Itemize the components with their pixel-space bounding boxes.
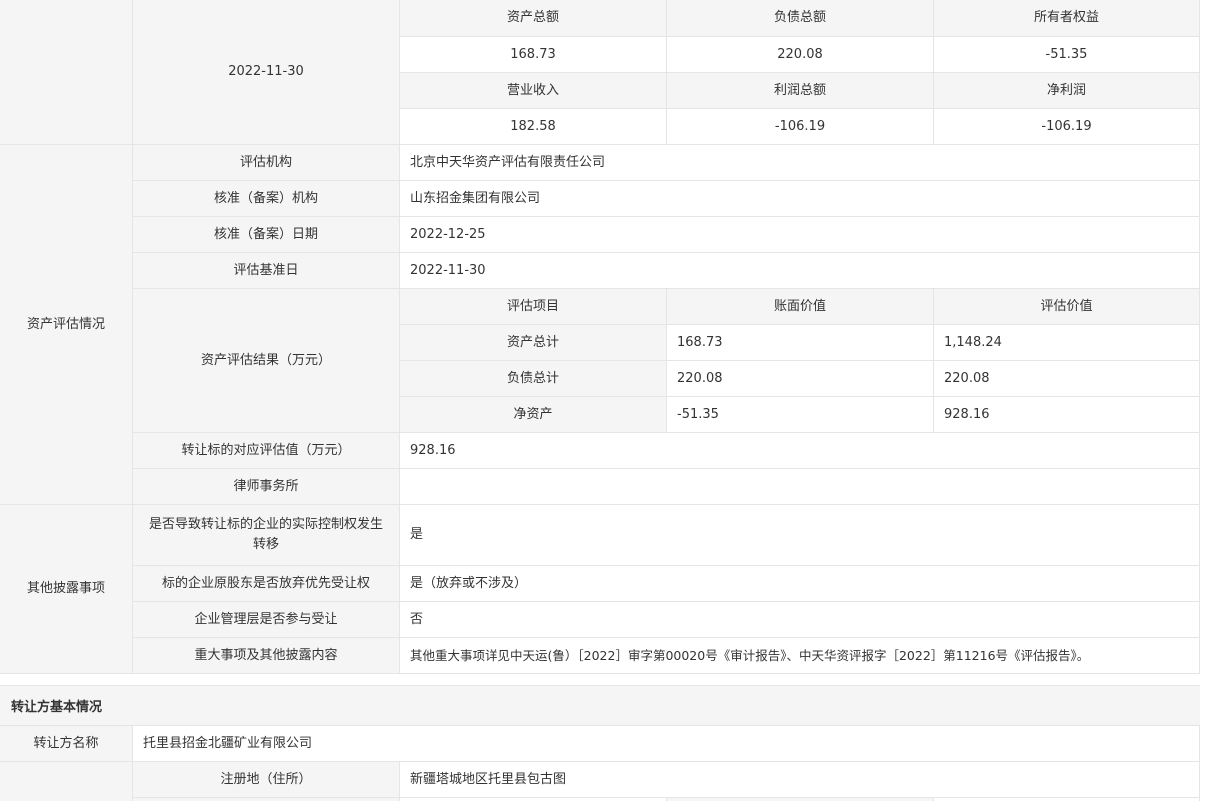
label-control-transfer: 是否导致转让标的企业的实际控制权发生转移 <box>133 505 400 566</box>
label-eval-base-date: 评估基准日 <box>133 253 400 289</box>
label-eval-result: 资产评估结果（万元） <box>133 289 400 433</box>
header-total-profit: 利润总额 <box>667 73 934 109</box>
value-net-profit: -106.19 <box>934 109 1200 145</box>
result-row-label: 净资产 <box>400 397 667 433</box>
label-target-eval-value: 转让标的对应评估值（万元） <box>133 433 400 469</box>
header-total-assets: 资产总额 <box>400 0 667 37</box>
financial-date: 2022-11-30 <box>133 0 400 145</box>
result-header-eval-value: 评估价值 <box>934 289 1200 325</box>
value-registered-address: 新疆塔城地区托里县包古图 <box>400 762 1200 798</box>
result-row-eval: 220.08 <box>934 361 1200 397</box>
outer-section-label-blank <box>0 0 133 145</box>
value-eval-base-date: 2022-11-30 <box>400 253 1200 289</box>
value-transferor-name: 托里县招金北疆矿业有限公司 <box>133 726 1200 762</box>
label-preemptive-right: 标的企业原股东是否放弃优先受让权 <box>133 566 400 602</box>
section-asset-evaluation: 资产评估情况 <box>0 145 133 505</box>
value-revenue: 182.58 <box>400 109 667 145</box>
section-title-transferor: 转让方基本情况 <box>0 685 1200 726</box>
label-management-participation: 企业管理层是否参与受让 <box>133 602 400 638</box>
result-row-eval: 1,148.24 <box>934 325 1200 361</box>
result-row-book: 220.08 <box>667 361 934 397</box>
result-row-label: 资产总计 <box>400 325 667 361</box>
label-approval-agency: 核准（备案）机构 <box>133 181 400 217</box>
header-revenue: 营业收入 <box>400 73 667 109</box>
value-total-assets: 168.73 <box>400 37 667 73</box>
page: 2022-11-30 资产总额 负债总额 所有者权益 168.73 220.08… <box>0 0 1205 801</box>
header-total-liabilities: 负债总额 <box>667 0 934 37</box>
result-row-eval: 928.16 <box>934 397 1200 433</box>
label-major-matters: 重大事项及其他披露内容 <box>133 638 400 674</box>
result-header-item: 评估项目 <box>400 289 667 325</box>
header-owners-equity: 所有者权益 <box>934 0 1200 37</box>
section-other-disclosure: 其他披露事项 <box>0 505 133 674</box>
value-control-transfer: 是 <box>400 505 1200 566</box>
header-net-profit: 净利润 <box>934 73 1200 109</box>
value-total-profit: -106.19 <box>667 109 934 145</box>
value-owners-equity: -51.35 <box>934 37 1200 73</box>
value-approval-agency: 山东招金集团有限公司 <box>400 181 1200 217</box>
value-management-participation: 否 <box>400 602 1200 638</box>
value-preemptive-right: 是（放弃或不涉及） <box>400 566 1200 602</box>
value-eval-agency: 北京中天华资产评估有限责任公司 <box>400 145 1200 181</box>
label-eval-agency: 评估机构 <box>133 145 400 181</box>
result-header-book-value: 账面价值 <box>667 289 934 325</box>
result-row-book: -51.35 <box>667 397 934 433</box>
value-target-eval-value: 928.16 <box>400 433 1200 469</box>
value-law-firm <box>400 469 1200 505</box>
value-major-matters: 其他重大事项详见中天运(鲁）［2022］审字第00020号《审计报告》、中天华资… <box>400 638 1200 674</box>
transferor-subsection-blank <box>0 762 133 801</box>
value-total-liabilities: 220.08 <box>667 37 934 73</box>
value-approval-date: 2022-12-25 <box>400 217 1200 253</box>
label-transferor-name: 转让方名称 <box>0 726 133 762</box>
result-row-label: 负债总计 <box>400 361 667 397</box>
label-law-firm: 律师事务所 <box>133 469 400 505</box>
label-approval-date: 核准（备案）日期 <box>133 217 400 253</box>
label-registered-address: 注册地（住所） <box>133 762 400 798</box>
result-row-book: 168.73 <box>667 325 934 361</box>
